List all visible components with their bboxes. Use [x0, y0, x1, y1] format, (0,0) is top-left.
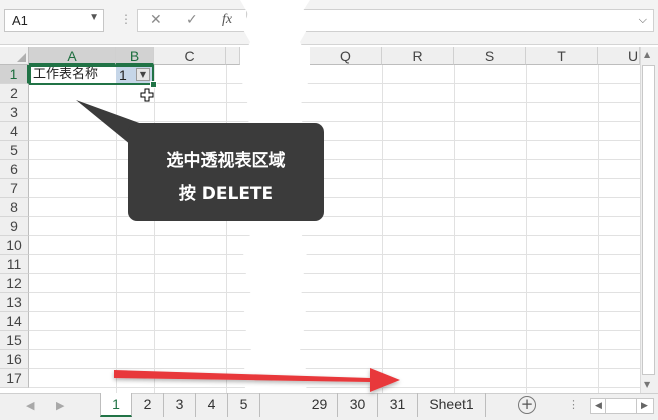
column-header-c[interactable]: C [154, 47, 226, 65]
row-header-10[interactable]: 10 [0, 236, 29, 255]
row-header-6[interactable]: 6 [0, 160, 29, 179]
formula-buttons: ✕ ✓ fx [137, 9, 247, 32]
row-header-14[interactable]: 14 [0, 312, 29, 331]
scroll-tabs-left-icon[interactable]: ◀ [26, 399, 34, 412]
row-header-15[interactable]: 15 [0, 331, 29, 350]
scroll-tabs-right-icon[interactable]: ▶ [56, 399, 64, 412]
scroll-down-icon[interactable]: ▼ [644, 380, 650, 389]
row-header-12[interactable]: 12 [0, 274, 29, 293]
instruction-tooltip: 选中透视表区域 按 DELETE [128, 123, 324, 221]
sheet-tab-sheet1[interactable]: Sheet1 [418, 393, 486, 417]
tooltip-line-2: 按 DELETE [178, 184, 274, 204]
plus-circle-icon[interactable]: + [518, 396, 536, 414]
tab-more-icon[interactable]: ⋮ [568, 398, 579, 411]
formula-input[interactable]: ⌵ [300, 9, 654, 32]
column-header-u[interactable]: U [598, 47, 640, 65]
row-header-2[interactable]: 2 [0, 84, 29, 103]
select-all-corner[interactable] [0, 47, 29, 65]
column-header-t[interactable]: T [526, 47, 598, 65]
row-header-11[interactable]: 11 [0, 255, 29, 274]
row-header-9[interactable]: 9 [0, 217, 29, 236]
name-box[interactable]: A1 ▼ [4, 9, 104, 32]
fill-handle[interactable] [150, 81, 157, 88]
enter-icon[interactable]: ✓ [186, 12, 198, 28]
horizontal-scrollbar[interactable]: ◀ ▶ [590, 398, 654, 414]
tooltip-line-1: 选中透视表区域 [166, 151, 286, 171]
row-header-7[interactable]: 7 [0, 179, 29, 198]
row-header-16[interactable]: 16 [0, 350, 29, 369]
row-header-5[interactable]: 5 [0, 141, 29, 160]
row-header-3[interactable]: 3 [0, 103, 29, 122]
column-header-r[interactable]: R [382, 47, 454, 65]
scroll-left-icon[interactable]: ◀ [595, 399, 602, 413]
scroll-up-icon[interactable]: ▲ [644, 50, 650, 59]
selection-border [29, 65, 154, 85]
row-header-13[interactable]: 13 [0, 293, 29, 312]
formula-bar-separator: ⋮ [120, 12, 132, 26]
horizontal-scroll-thumb[interactable] [605, 399, 637, 413]
row-header-8[interactable]: 8 [0, 198, 29, 217]
row-header-4[interactable]: 4 [0, 122, 29, 141]
row-header-1[interactable]: 1 [0, 65, 29, 84]
column-header-d-partial[interactable] [226, 47, 240, 65]
name-box-dropdown-icon[interactable]: ▼ [89, 12, 99, 23]
name-box-value: A1 [12, 13, 28, 28]
row-header-17[interactable]: 17 [0, 369, 29, 388]
insert-function-icon[interactable]: fx [222, 12, 232, 28]
scroll-right-icon[interactable]: ▶ [641, 399, 648, 413]
column-header-s[interactable]: S [454, 47, 526, 65]
expand-formula-bar-icon[interactable]: ⌵ [639, 13, 647, 27]
vertical-scroll-thumb[interactable] [642, 65, 655, 375]
column-header-q[interactable]: Q [310, 47, 382, 65]
cancel-icon[interactable]: ✕ [150, 12, 162, 28]
red-arrow-annotation [114, 368, 400, 392]
column-header-b[interactable]: B [116, 47, 154, 65]
column-header-a[interactable]: A [29, 47, 116, 65]
